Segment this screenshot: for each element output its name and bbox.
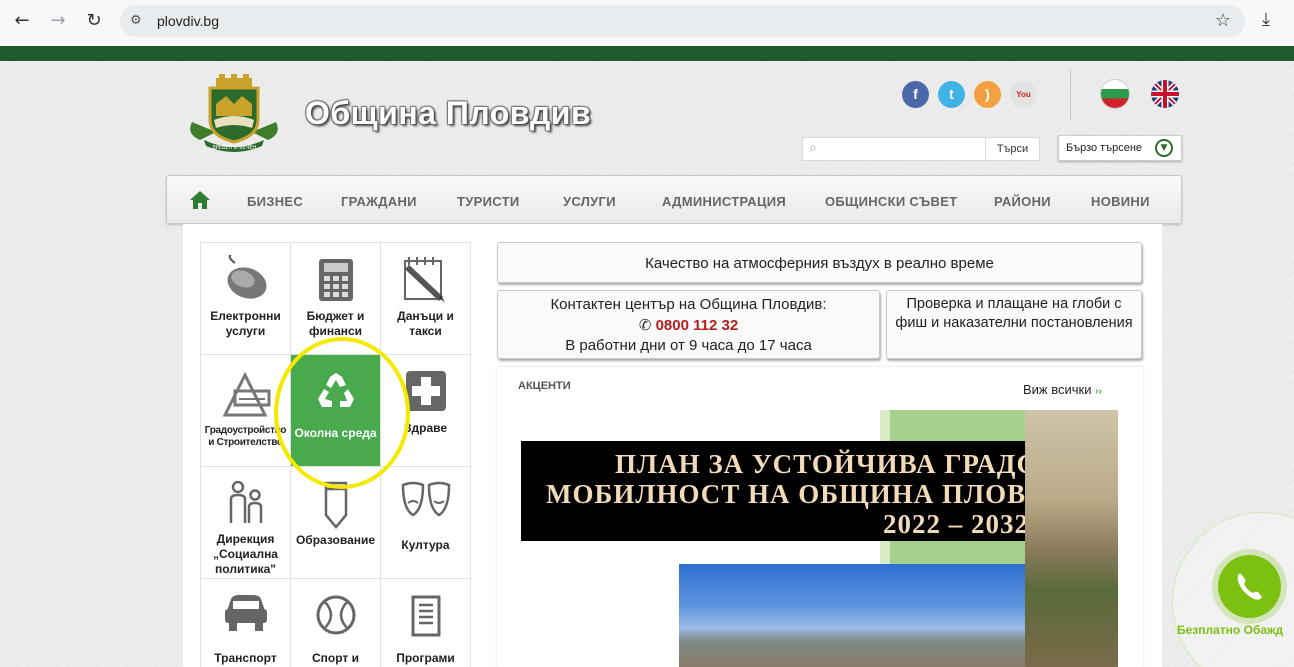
menu-item-administration[interactable]: АДМИНИСТРАЦИЯ	[662, 194, 786, 209]
free-call-button[interactable]	[1218, 555, 1281, 618]
chevron-down-icon: ▼	[1155, 139, 1173, 157]
menu-item-districts[interactable]: РАЙОНИ	[994, 194, 1051, 209]
menu-item-citizens[interactable]: ГРАЖДАНИ	[341, 194, 417, 209]
site-info-icon[interactable]: ⚙	[130, 13, 142, 28]
calculator-icon	[319, 259, 353, 301]
menu-item-news[interactable]: НОВИНИ	[1091, 194, 1150, 209]
document-icon	[411, 595, 441, 637]
facebook-icon[interactable]: f	[902, 81, 929, 108]
reload-icon[interactable]: ↻	[81, 8, 107, 34]
url-text[interactable]: plovdiv.bg	[157, 13, 219, 29]
slide-city-photo	[679, 564, 1025, 667]
forward-icon[interactable]: →	[45, 8, 71, 34]
main-menu: БИЗНЕС ГРАЖДАНИ ТУРИСТИ УСЛУГИ АДМИНИСТР…	[166, 175, 1182, 224]
menu-item-services[interactable]: УСЛУГИ	[563, 194, 616, 209]
city-crest-icon[interactable]: ДРЕВЕН И ВЕЧЕН	[186, 74, 282, 154]
address-bar[interactable]: ⚙ plovdiv.bg ☆	[120, 5, 1245, 37]
search-button[interactable]: Търси	[985, 138, 1039, 160]
menu-item-business[interactable]: БИЗНЕС	[247, 194, 303, 209]
search-icon: ⌕	[809, 140, 817, 156]
tile-social-policy[interactable]: Дирекция „Социална политика"	[201, 467, 291, 579]
back-icon[interactable]: ←	[9, 8, 35, 34]
site-title[interactable]: Община Пловдив	[305, 95, 591, 132]
tile-programs[interactable]: Програми	[381, 579, 471, 667]
double-arrow-icon: ››	[1095, 386, 1102, 397]
car-icon	[225, 595, 267, 631]
quick-search-label: Бързо търсене	[1066, 142, 1143, 154]
see-all-link[interactable]: Виж всички ››	[1023, 382, 1102, 397]
free-call-label[interactable]: Безплатно Обажд	[1177, 623, 1283, 637]
accents-title: АКЦЕНТИ	[518, 380, 571, 392]
top-green-bar	[0, 44, 1294, 61]
bulgarian-flag-icon[interactable]	[1101, 80, 1129, 108]
tile-taxes-fees[interactable]: Данъци и такси	[381, 243, 471, 355]
home-icon[interactable]	[189, 190, 211, 210]
mobility-plan-banner[interactable]: ПЛАН ЗА УСТОЙЧИВА ГРАДСК МОБИЛНОСТ НА ОБ…	[521, 441, 1025, 541]
notepad-pencil-icon	[404, 257, 445, 303]
bookmark-star-icon[interactable]: ☆	[1215, 10, 1231, 31]
tile-culture[interactable]: Култура	[381, 467, 471, 579]
highlight-circle	[274, 337, 410, 489]
tile-e-services[interactable]: Електронни услуги	[201, 243, 291, 355]
contact-phone[interactable]: 0800 112 32	[656, 317, 739, 334]
phone-icon: ✆	[638, 316, 652, 334]
header-divider	[1070, 70, 1071, 120]
search-input[interactable]: ⌕ Търси	[802, 137, 1040, 161]
mouse-icon	[227, 255, 267, 299]
twitter-icon[interactable]: t	[938, 81, 965, 108]
contact-center-box[interactable]: Контактен център на Община Пловдив: ✆ 08…	[497, 290, 880, 359]
menu-item-tourists[interactable]: ТУРИСТИ	[457, 194, 520, 209]
phone-handset-icon	[1237, 573, 1262, 600]
slide-castle-photo	[1025, 410, 1118, 667]
tile-transport[interactable]: Транспорт	[201, 579, 291, 667]
download-icon[interactable]: ⤓	[1262, 9, 1270, 30]
svg-text:ДРЕВЕН И ВЕЧЕН: ДРЕВЕН И ВЕЧЕН	[212, 145, 257, 151]
youtube-icon[interactable]: You	[1010, 81, 1037, 108]
quick-search-button[interactable]: Бързо търсене ▼	[1058, 135, 1182, 161]
fines-payment-link[interactable]: Проверка и плащане на глоби с фиш и нака…	[886, 290, 1142, 359]
browser-toolbar: ← → ↻ ⚙ plovdiv.bg ☆ ⤓	[0, 0, 1294, 44]
air-quality-link[interactable]: Качество на атмосферния въздух в реално …	[497, 242, 1142, 283]
theatre-masks-icon	[401, 481, 451, 517]
drafting-tools-icon	[222, 371, 271, 417]
rss-icon[interactable]: )	[974, 81, 1001, 108]
health-cross-icon	[406, 371, 446, 411]
tile-sport[interactable]: Спорт и	[291, 579, 381, 667]
people-icon	[229, 481, 263, 523]
menu-item-municipal-council[interactable]: ОБЩИНСКИ СЪВЕТ	[825, 194, 957, 209]
ball-icon	[316, 595, 356, 635]
english-flag-icon[interactable]	[1151, 80, 1179, 108]
